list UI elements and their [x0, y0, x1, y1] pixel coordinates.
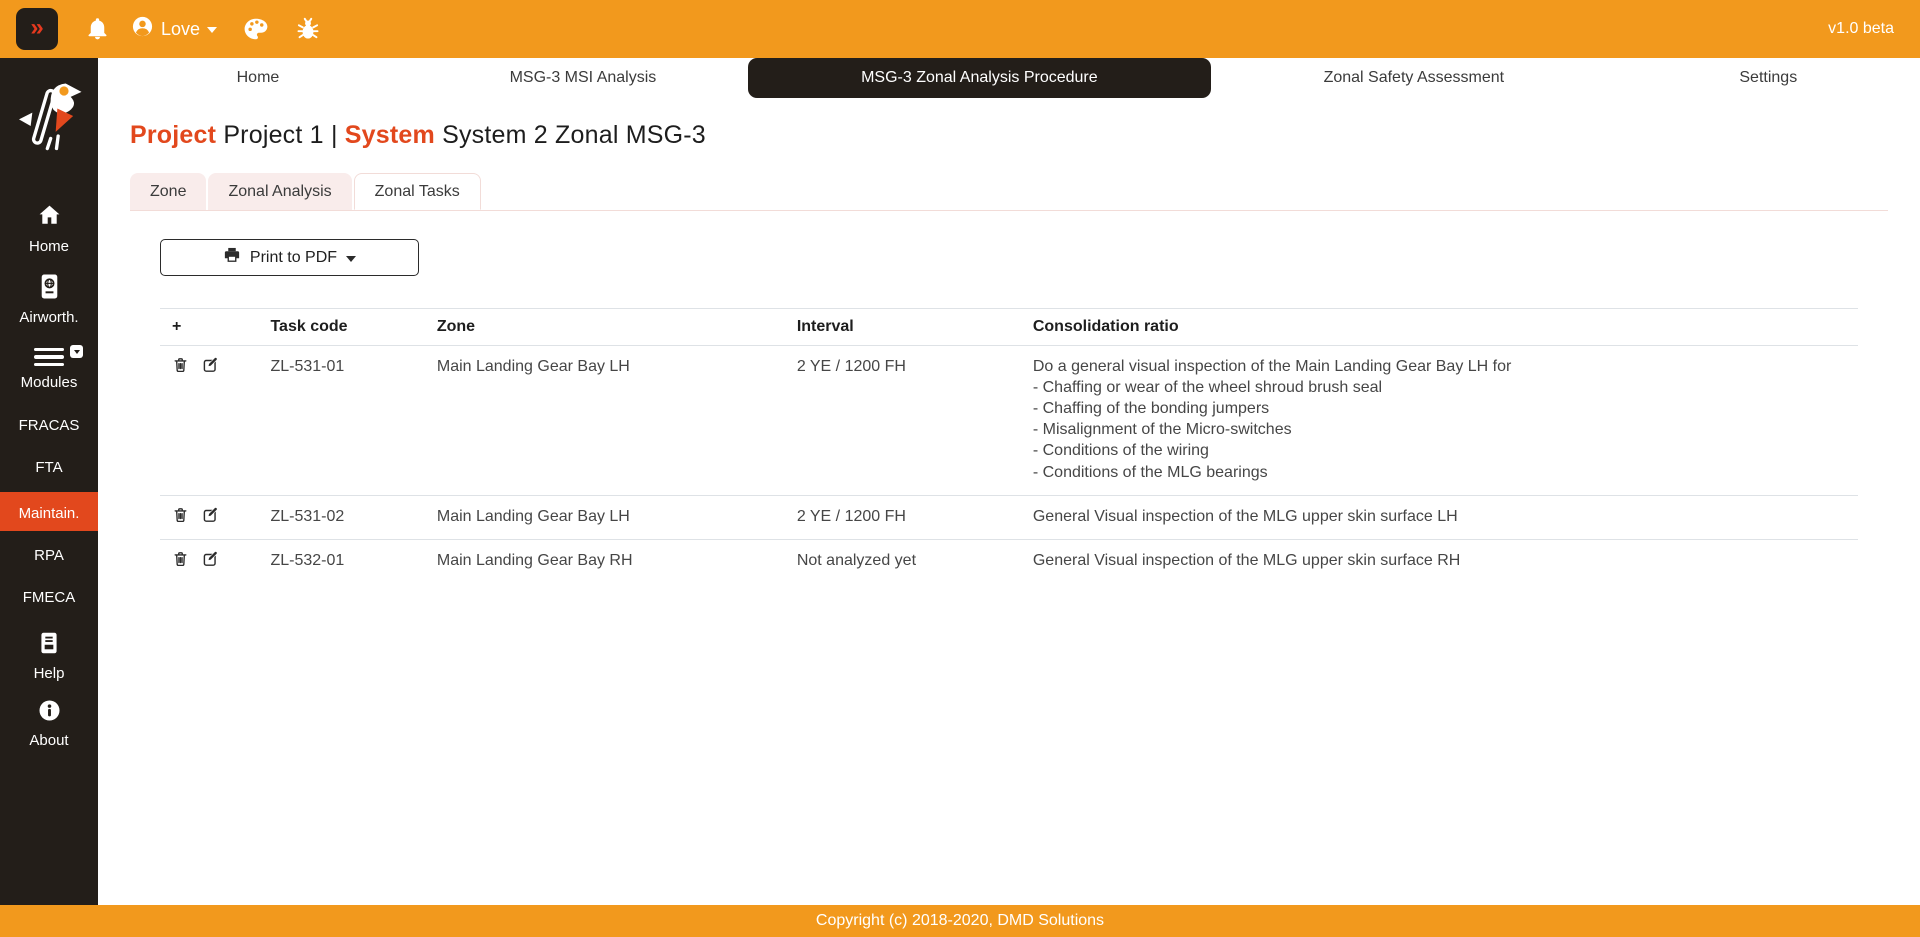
- sidebar-item-home[interactable]: Home: [0, 202, 98, 255]
- user-menu[interactable]: Love: [131, 15, 217, 43]
- double-chevron-icon: »: [30, 16, 43, 40]
- sidebar-item-fmeca[interactable]: FMECA: [0, 585, 98, 606]
- tab-zone[interactable]: Zone: [130, 173, 206, 210]
- add-task-button[interactable]: +: [160, 309, 258, 346]
- cell-task-code: ZL-531-02: [258, 495, 424, 539]
- info-circle-icon: [37, 698, 62, 728]
- print-button-label: Print to PDF: [250, 249, 337, 267]
- sidebar-item-fta[interactable]: FTA: [0, 455, 98, 476]
- sidebar-collapse-button[interactable]: »: [16, 8, 58, 50]
- cell-interval: Not analyzed yet: [785, 539, 1021, 583]
- main-nav: Home MSG-3 MSI Analysis MSG-3 Zonal Anal…: [98, 58, 1920, 98]
- project-name: Project 1: [223, 121, 323, 149]
- topbar: » Love v1.0 beta: [0, 0, 1920, 58]
- edit-task-icon[interactable]: [202, 506, 220, 524]
- sidebar-item-label: About: [29, 732, 68, 749]
- nav-tab-zonal-safety-assessment[interactable]: Zonal Safety Assessment: [1211, 58, 1617, 98]
- subtabs: Zone Zonal Analysis Zonal Tasks: [130, 173, 1888, 211]
- caret-box-icon: [70, 345, 83, 358]
- sidebar-item-label: FRACAS: [19, 417, 80, 434]
- footer: Copyright (c) 2018-2020, DMD Solutions: [0, 905, 1920, 937]
- sidebar-item-maintain-active[interactable]: Maintain.: [0, 492, 98, 531]
- table-header-row: + Task code Zone Interval Consolidation …: [160, 309, 1858, 346]
- copyright-text: Copyright (c) 2018-2020, DMD Solutions: [816, 912, 1104, 930]
- nav-tab-settings[interactable]: Settings: [1617, 58, 1920, 98]
- version-label: v1.0 beta: [1828, 20, 1894, 38]
- cell-consolidation-ratio: Do a general visual inspection of the Ma…: [1021, 346, 1858, 496]
- cell-interval: 2 YE / 1200 FH: [785, 495, 1021, 539]
- column-header-zone: Zone: [425, 309, 785, 346]
- printer-icon: [223, 246, 241, 269]
- cell-zone: Main Landing Gear Bay RH: [425, 539, 785, 583]
- sidebar-item-label: Maintain.: [19, 505, 80, 522]
- theme-palette-icon[interactable]: [243, 16, 269, 42]
- sidebar: Home Airworth. Modules FRACAS FTA Mainta…: [0, 58, 98, 905]
- tab-zonal-analysis[interactable]: Zonal Analysis: [208, 173, 351, 210]
- column-header-interval: Interval: [785, 309, 1021, 346]
- sidebar-item-fracas[interactable]: FRACAS: [0, 413, 98, 434]
- sidebar-item-rpa[interactable]: RPA: [0, 543, 98, 564]
- table-row: ZL-531-01 Main Landing Gear Bay LH 2 YE …: [160, 346, 1858, 496]
- home-icon: [36, 202, 63, 234]
- edit-task-icon[interactable]: [202, 356, 220, 374]
- cell-task-code: ZL-532-01: [258, 539, 424, 583]
- sidebar-item-label: RPA: [34, 547, 64, 564]
- sidebar-item-help[interactable]: Help: [0, 630, 98, 682]
- cell-zone: Main Landing Gear Bay LH: [425, 495, 785, 539]
- cell-task-code: ZL-531-01: [258, 346, 424, 496]
- sidebar-item-modules[interactable]: Modules: [0, 344, 98, 391]
- sidebar-item-label: FTA: [35, 459, 62, 476]
- modules-hamburger-icon: [34, 344, 64, 370]
- edit-task-icon[interactable]: [202, 550, 220, 568]
- delete-task-icon[interactable]: [172, 506, 189, 524]
- nav-tab-msg3-msi-analysis[interactable]: MSG-3 MSI Analysis: [418, 58, 748, 98]
- table-row: ZL-531-02 Main Landing Gear Bay LH 2 YE …: [160, 495, 1858, 539]
- tab-zonal-tasks[interactable]: Zonal Tasks: [354, 173, 481, 210]
- page-title: Project Project 1 | System System 2 Zona…: [130, 121, 1888, 150]
- app-logo-bird[interactable]: [9, 68, 89, 154]
- help-book-icon: [36, 630, 62, 661]
- caret-down-icon: [207, 27, 217, 33]
- sidebar-item-label: Airworth.: [19, 309, 78, 326]
- bug-report-icon[interactable]: [295, 16, 321, 42]
- zonal-tasks-table: + Task code Zone Interval Consolidation …: [160, 308, 1858, 583]
- delete-task-icon[interactable]: [172, 356, 189, 374]
- sidebar-item-label: Home: [29, 238, 69, 255]
- nav-tab-msg3-zonal-analysis-procedure[interactable]: MSG-3 Zonal Analysis Procedure: [748, 58, 1211, 98]
- sidebar-item-label: FMECA: [23, 589, 76, 606]
- system-name: System 2 Zonal MSG-3: [442, 121, 706, 149]
- caret-down-icon: [346, 256, 356, 262]
- sidebar-item-about[interactable]: About: [0, 698, 98, 749]
- print-to-pdf-button[interactable]: Print to PDF: [160, 239, 419, 276]
- title-divider: |: [331, 121, 338, 149]
- sidebar-item-airworthiness[interactable]: Airworth.: [0, 273, 98, 326]
- column-header-task-code: Task code: [258, 309, 424, 346]
- notifications-bell-icon[interactable]: [84, 16, 111, 43]
- cell-interval: 2 YE / 1200 FH: [785, 346, 1021, 496]
- sidebar-item-label: Modules: [21, 374, 78, 391]
- cell-zone: Main Landing Gear Bay LH: [425, 346, 785, 496]
- delete-task-icon[interactable]: [172, 550, 189, 568]
- zonal-tasks-panel: Print to PDF + Task code Zone Interval C…: [130, 211, 1888, 583]
- nav-tab-home[interactable]: Home: [98, 58, 418, 98]
- user-name: Love: [161, 19, 200, 40]
- column-header-consolidation-ratio: Consolidation ratio: [1021, 309, 1858, 346]
- sidebar-item-label: Help: [34, 665, 65, 682]
- cell-consolidation-ratio: General Visual inspection of the MLG upp…: [1021, 539, 1858, 583]
- table-row: ZL-532-01 Main Landing Gear Bay RH Not a…: [160, 539, 1858, 583]
- project-label: Project: [130, 121, 216, 149]
- system-label: System: [345, 121, 435, 149]
- cell-consolidation-ratio: General Visual inspection of the MLG upp…: [1021, 495, 1858, 539]
- airworthiness-passport-icon: [37, 273, 62, 305]
- user-circle-icon: [131, 15, 154, 43]
